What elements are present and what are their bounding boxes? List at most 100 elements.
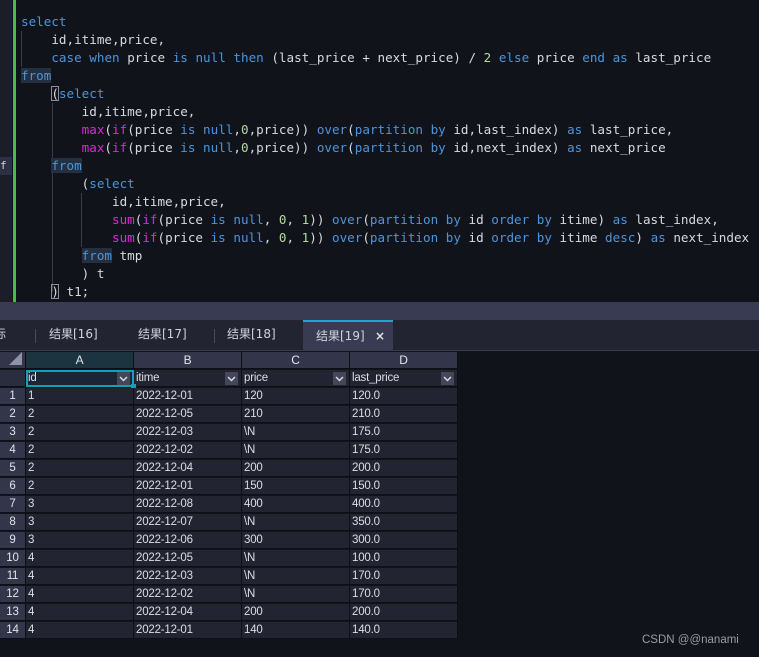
cell-id[interactable]: 3 bbox=[26, 496, 134, 513]
row-number[interactable]: 4 bbox=[0, 442, 26, 459]
column-letter-b[interactable]: B bbox=[134, 352, 242, 369]
filter-dropdown-icon[interactable] bbox=[333, 372, 346, 385]
field-header-price[interactable]: price bbox=[242, 370, 350, 387]
cell-id[interactable]: 4 bbox=[26, 550, 134, 567]
cell-last-price[interactable]: 210.0 bbox=[350, 406, 458, 423]
cell-itime[interactable]: 2022-12-03 bbox=[134, 424, 242, 441]
cell-price[interactable]: 150 bbox=[242, 478, 350, 495]
code-line[interactable]: (select bbox=[21, 175, 749, 193]
cell-price[interactable]: 210 bbox=[242, 406, 350, 423]
cell-id[interactable]: 1 bbox=[26, 388, 134, 405]
field-header-last-price[interactable]: last_price bbox=[350, 370, 458, 387]
column-letter-c[interactable]: C bbox=[242, 352, 350, 369]
filter-dropdown-icon[interactable] bbox=[225, 372, 238, 385]
row-number[interactable]: 10 bbox=[0, 550, 26, 567]
cell-id[interactable]: 4 bbox=[26, 604, 134, 621]
row-number[interactable]: 9 bbox=[0, 532, 26, 549]
row-number[interactable]: 5 bbox=[0, 460, 26, 477]
row-number[interactable]: 2 bbox=[0, 406, 26, 423]
cell-price[interactable]: \N bbox=[242, 424, 350, 441]
tab-result-19[interactable]: 结果[19] × bbox=[303, 320, 393, 350]
cell-itime[interactable]: 2022-12-07 bbox=[134, 514, 242, 531]
cell-last-price[interactable]: 170.0 bbox=[350, 586, 458, 603]
row-number[interactable]: 7 bbox=[0, 496, 26, 513]
cell-last-price[interactable]: 100.0 bbox=[350, 550, 458, 567]
cell-last-price[interactable]: 120.0 bbox=[350, 388, 458, 405]
gutter-fold-marker[interactable]: f bbox=[0, 157, 12, 175]
cell-last-price[interactable]: 300.0 bbox=[350, 532, 458, 549]
cell-id[interactable]: 4 bbox=[26, 622, 134, 639]
code-line[interactable]: from tmp bbox=[21, 247, 749, 265]
tab-result-18[interactable]: 结果[18] bbox=[227, 320, 276, 350]
cell-id[interactable]: 2 bbox=[26, 460, 134, 477]
code-line[interactable]: case when price is null then (last_price… bbox=[21, 49, 749, 67]
cell-last-price[interactable]: 200.0 bbox=[350, 460, 458, 477]
tab-result-16[interactable]: 结果[16] bbox=[49, 320, 98, 350]
cell-price[interactable]: \N bbox=[242, 550, 350, 567]
filter-dropdown-icon[interactable] bbox=[117, 372, 130, 385]
cell-itime[interactable]: 2022-12-06 bbox=[134, 532, 242, 549]
row-number[interactable]: 13 bbox=[0, 604, 26, 621]
code-line[interactable]: (select bbox=[21, 85, 749, 103]
code-line[interactable]: ) t1; bbox=[21, 283, 749, 301]
cell-id[interactable]: 3 bbox=[26, 514, 134, 531]
cell-last-price[interactable]: 175.0 bbox=[350, 424, 458, 441]
cell-last-price[interactable]: 400.0 bbox=[350, 496, 458, 513]
row-number[interactable]: 3 bbox=[0, 424, 26, 441]
row-number[interactable]: 6 bbox=[0, 478, 26, 495]
cell-id[interactable]: 2 bbox=[26, 478, 134, 495]
cell-price[interactable]: 140 bbox=[242, 622, 350, 639]
pane-splitter[interactable] bbox=[0, 302, 759, 320]
cell-id[interactable]: 4 bbox=[26, 586, 134, 603]
tab-truncated[interactable]: 标 bbox=[0, 320, 10, 350]
code-line[interactable]: id,itime,price, bbox=[21, 31, 749, 49]
code-line[interactable]: max(if(price is null,0,price)) over(part… bbox=[21, 121, 749, 139]
code-line[interactable]: sum(if(price is null, 0, 1)) over(partit… bbox=[21, 211, 749, 229]
cell-itime[interactable]: 2022-12-04 bbox=[134, 460, 242, 477]
close-icon[interactable]: × bbox=[375, 322, 385, 350]
code-line[interactable]: select bbox=[21, 13, 749, 31]
cell-last-price[interactable]: 150.0 bbox=[350, 478, 458, 495]
cell-itime[interactable]: 2022-12-01 bbox=[134, 388, 242, 405]
cell-price[interactable]: 200 bbox=[242, 604, 350, 621]
code-text[interactable]: select id,itime,price, case when price i… bbox=[21, 13, 749, 301]
cell-id[interactable]: 2 bbox=[26, 442, 134, 459]
column-letter-d[interactable]: D bbox=[350, 352, 458, 369]
cell-id[interactable]: 2 bbox=[26, 406, 134, 423]
row-number[interactable]: 8 bbox=[0, 514, 26, 531]
cell-itime[interactable]: 2022-12-05 bbox=[134, 550, 242, 567]
code-line[interactable]: ) t bbox=[21, 265, 749, 283]
row-number[interactable]: 11 bbox=[0, 568, 26, 585]
cell-id[interactable]: 4 bbox=[26, 568, 134, 585]
column-letter-a[interactable]: A bbox=[26, 352, 134, 369]
code-line[interactable]: from bbox=[21, 67, 749, 85]
code-line[interactable]: max(if(price is null,0,price)) over(part… bbox=[21, 139, 749, 157]
cell-last-price[interactable]: 170.0 bbox=[350, 568, 458, 585]
row-number[interactable]: 12 bbox=[0, 586, 26, 603]
cell-itime[interactable]: 2022-12-02 bbox=[134, 442, 242, 459]
cell-itime[interactable]: 2022-12-01 bbox=[134, 478, 242, 495]
cell-price[interactable]: 200 bbox=[242, 460, 350, 477]
code-line[interactable]: id,itime,price, bbox=[21, 103, 749, 121]
cell-price[interactable]: \N bbox=[242, 514, 350, 531]
cell-itime[interactable]: 2022-12-05 bbox=[134, 406, 242, 423]
cell-last-price[interactable]: 350.0 bbox=[350, 514, 458, 531]
cell-price[interactable]: 400 bbox=[242, 496, 350, 513]
cell-itime[interactable]: 2022-12-04 bbox=[134, 604, 242, 621]
cell-itime[interactable]: 2022-12-02 bbox=[134, 586, 242, 603]
tab-result-17[interactable]: 结果[17] bbox=[138, 320, 187, 350]
cell-itime[interactable]: 2022-12-01 bbox=[134, 622, 242, 639]
select-all-corner[interactable] bbox=[0, 352, 26, 369]
cell-last-price[interactable]: 140.0 bbox=[350, 622, 458, 639]
cell-id[interactable]: 2 bbox=[26, 424, 134, 441]
cell-itime[interactable]: 2022-12-08 bbox=[134, 496, 242, 513]
code-line[interactable]: id,itime,price, bbox=[21, 193, 749, 211]
cell-price[interactable]: \N bbox=[242, 442, 350, 459]
row-number[interactable]: 1 bbox=[0, 388, 26, 405]
row-number[interactable]: 14 bbox=[0, 622, 26, 639]
code-line[interactable]: sum(if(price is null, 0, 1)) over(partit… bbox=[21, 229, 749, 247]
field-header-itime[interactable]: itime bbox=[134, 370, 242, 387]
code-line[interactable]: from bbox=[21, 157, 749, 175]
field-header-id[interactable]: id bbox=[26, 370, 134, 387]
filter-dropdown-icon[interactable] bbox=[441, 372, 454, 385]
